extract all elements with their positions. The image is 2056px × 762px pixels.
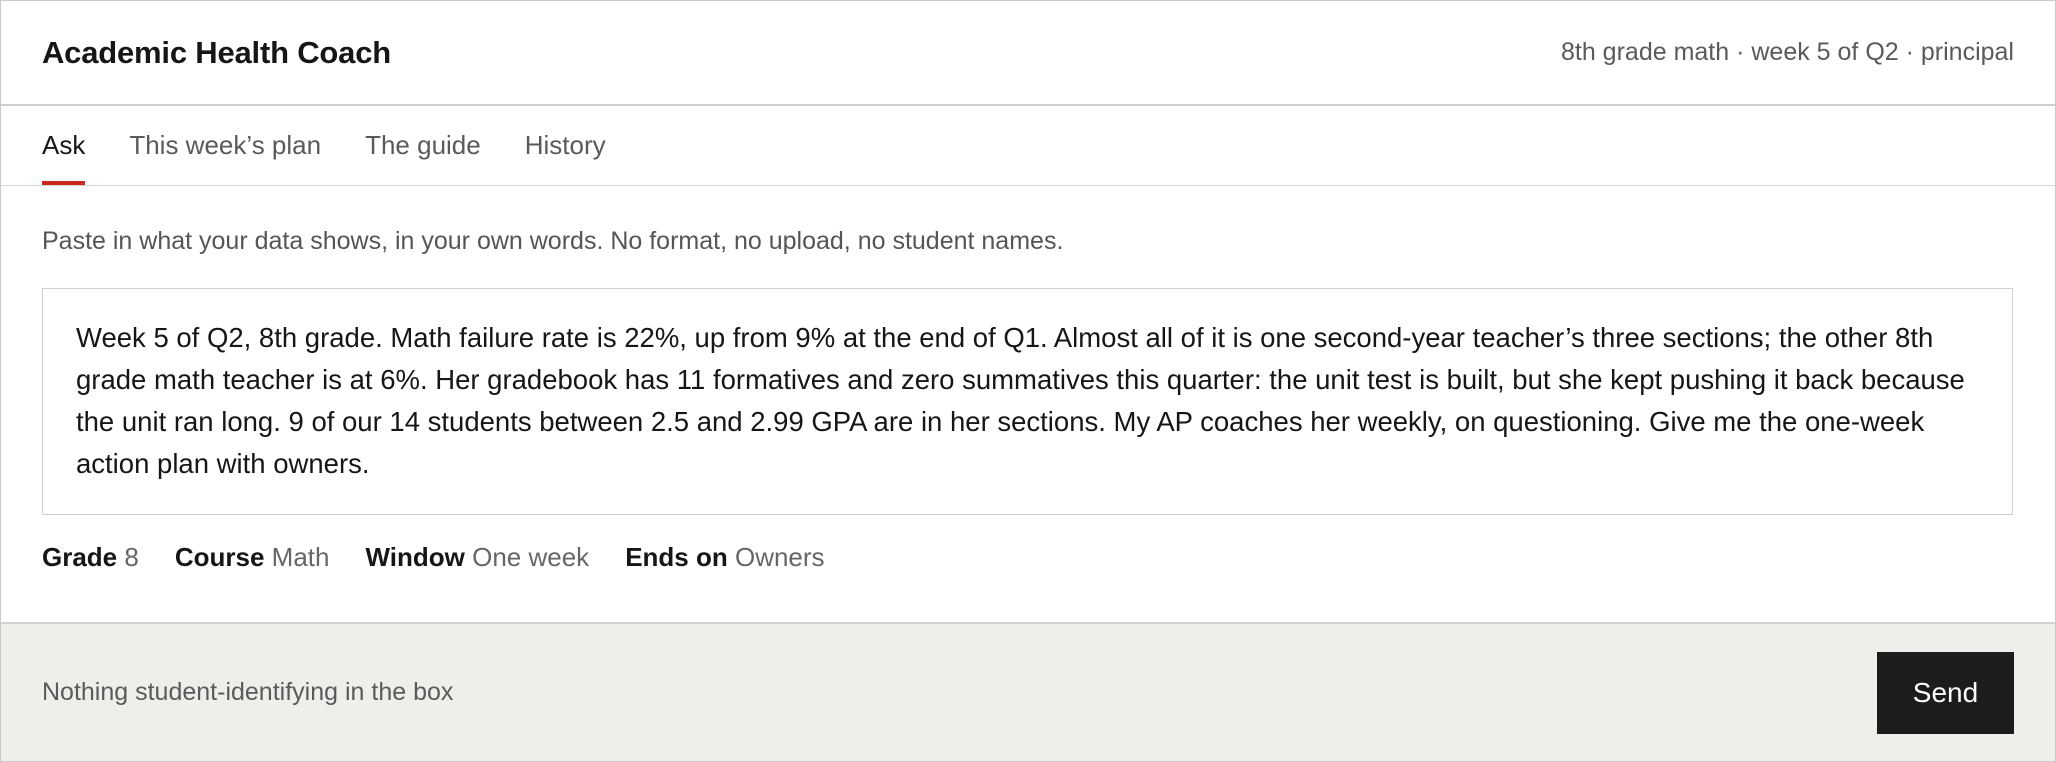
meta-grade-value: 8	[124, 541, 139, 572]
data-input-box[interactable]: Week 5 of Q2, 8th grade. Math failure ra…	[42, 288, 2013, 515]
meta-course-key: Course	[174, 541, 272, 572]
app-window: Academic Health Coach 8th grade math · w…	[0, 0, 2056, 762]
meta-ends-on-value: Owners	[734, 541, 825, 572]
meta-window-value: One week	[472, 541, 590, 572]
meta-ends-on-key: Ends on	[625, 541, 735, 572]
meta-course: Course Math	[175, 542, 330, 573]
detected-context: Grade 8 Course Math Window One week Ends…	[42, 539, 2014, 575]
meta-window-key: Window	[365, 541, 473, 572]
tab-this-weeks-plan[interactable]: This week’s plan	[129, 105, 321, 185]
meta-window: Window One week	[365, 542, 589, 573]
meta-grade: Grade 8	[42, 542, 139, 573]
meta-ends-on: Ends on Owners	[625, 542, 824, 573]
tab-bar: Ask This week’s plan The guide History	[1, 106, 2055, 186]
meta-course-value: Math	[271, 541, 330, 572]
privacy-note: Nothing student-identifying in the box	[42, 678, 454, 706]
ask-panel: Paste in what your data shows, in your o…	[1, 226, 2055, 575]
composer-footer: Nothing student-identifying in the box S…	[1, 622, 2055, 761]
tab-ask[interactable]: Ask	[42, 105, 86, 185]
tab-history[interactable]: History	[525, 105, 606, 185]
meta-grade-key: Grade	[42, 541, 125, 572]
instruction-text: Paste in what your data shows, in your o…	[42, 227, 1064, 255]
app-header: Academic Health Coach 8th grade math · w…	[1, 1, 2055, 106]
tab-the-guide[interactable]: The guide	[365, 105, 481, 185]
send-button[interactable]: Send	[1877, 651, 2014, 734]
app-title: Academic Health Coach	[42, 34, 391, 70]
context-label: 8th grade math · week 5 of Q2 · principa…	[1560, 38, 2014, 66]
